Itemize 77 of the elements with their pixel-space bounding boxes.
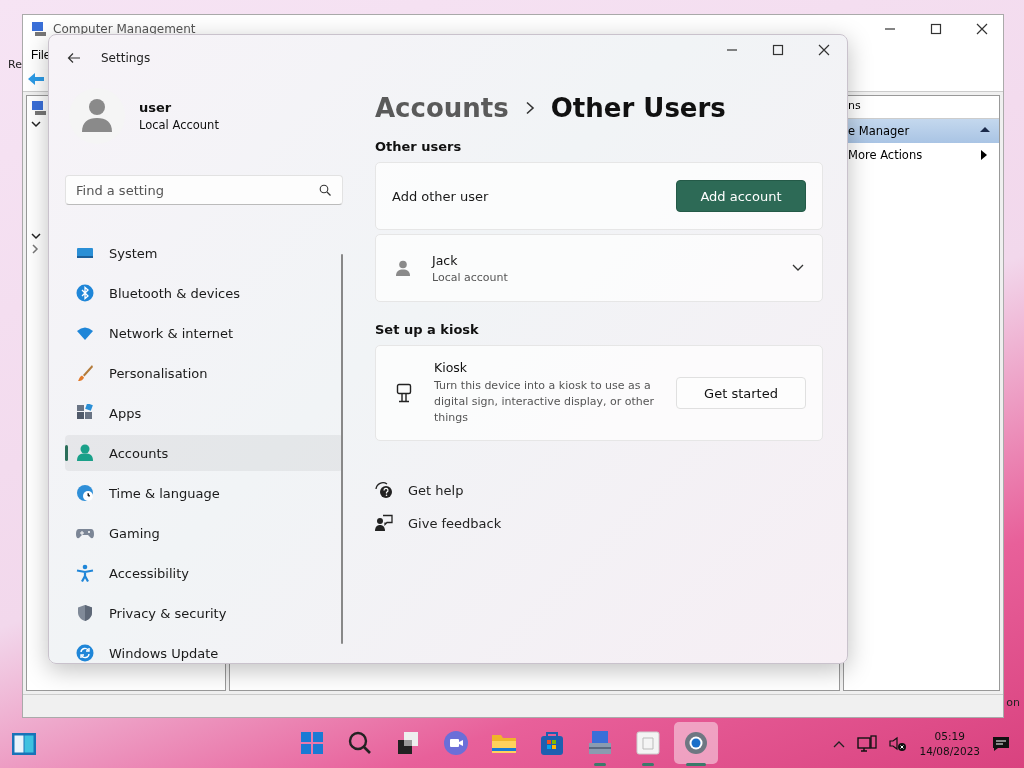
video-chat-icon: [442, 729, 470, 757]
user-name: Jack: [432, 252, 459, 268]
running-indicator: [642, 763, 654, 766]
maximize-icon[interactable]: [771, 44, 785, 56]
card-title: Kiosk: [434, 360, 469, 375]
maximize-icon[interactable]: [929, 23, 943, 35]
paintbrush-icon: [76, 364, 94, 382]
desktop-icon-label: on: [1006, 696, 1020, 709]
card-description: Turn this device into a kiosk to use as a digital sign, interactive display, or other things: [434, 378, 656, 426]
computer-icon: [31, 100, 47, 116]
chevron-down-icon[interactable]: [792, 264, 804, 272]
user-name: user: [139, 100, 173, 115]
apps-icon: [76, 404, 94, 422]
gear-icon: [682, 729, 710, 757]
running-indicator: [594, 763, 606, 766]
section-heading: Set up a kiosk: [375, 322, 480, 337]
network-icon[interactable]: [857, 735, 878, 753]
desktop-icon-label: Re: [8, 58, 22, 71]
person-icon: [76, 444, 94, 462]
chevron-up-icon[interactable]: [833, 740, 846, 748]
chevron-right-icon: [524, 101, 535, 115]
action-item[interactable]: More Actions: [844, 143, 999, 167]
account-type: Local Account: [139, 118, 219, 132]
nav-item[interactable]: Network & internet: [65, 315, 343, 351]
search-icon: [319, 184, 331, 196]
notepad-icon: [634, 729, 662, 757]
nav-item[interactable]: Bluetooth & devices: [65, 275, 343, 311]
chevron-down-icon[interactable]: [31, 232, 41, 240]
notification-icon[interactable]: [992, 736, 1010, 752]
person-icon: [396, 260, 410, 276]
user-card[interactable]: Jack Local account: [375, 234, 823, 302]
account-type: Local account: [432, 270, 508, 284]
accessibility-person-icon: [76, 564, 94, 582]
add-account-button[interactable]: Add account: [676, 180, 806, 212]
link[interactable]: Give feedback: [408, 515, 502, 531]
shield-icon: [76, 604, 94, 622]
search-field[interactable]: Find a setting: [65, 175, 343, 205]
computer-icon: [31, 21, 47, 37]
nav-item[interactable]: Accessibility: [65, 555, 343, 591]
close-icon[interactable]: [817, 44, 831, 56]
chevron-down-icon[interactable]: [31, 120, 41, 128]
widgets-icon[interactable]: [11, 732, 37, 756]
start-icon: [298, 729, 326, 757]
get-started-button[interactable]: Get started: [676, 377, 806, 409]
nav-item[interactable]: Privacy & security: [65, 595, 343, 631]
back-arrow-icon[interactable]: [27, 72, 45, 86]
kiosk-icon: [396, 383, 412, 403]
nav-item[interactable]: Personalisation: [65, 355, 343, 391]
card-label: Add other user: [392, 188, 489, 204]
section-heading: Other users: [375, 139, 463, 154]
computer-toolbox-icon: [586, 729, 614, 757]
nav-item[interactable]: Time & language: [65, 475, 343, 511]
window-title: Computer Management: [53, 22, 196, 36]
page-title: Other Users: [550, 93, 726, 123]
nav-item[interactable]: Apps: [65, 395, 343, 431]
back-arrow-icon[interactable]: [67, 52, 81, 64]
globe-clock-icon: [76, 484, 94, 502]
nav-item[interactable]: Windows Update: [65, 635, 343, 671]
feedback-icon: [375, 514, 393, 532]
shopping-bag-icon: [538, 729, 566, 757]
refresh-icon: [76, 644, 94, 662]
muted-speaker-icon[interactable]: [889, 736, 908, 752]
running-indicator: [686, 763, 706, 766]
nav-item[interactable]: Gaming: [65, 515, 343, 551]
help-icon: [375, 481, 393, 499]
nav-item[interactable]: Accounts: [65, 435, 343, 471]
nav-item[interactable]: System: [65, 235, 343, 271]
chevron-right-icon[interactable]: [31, 244, 39, 254]
clock[interactable]: 05:19 14/08/2023: [919, 729, 980, 759]
breadcrumb-link[interactable]: Accounts: [375, 93, 509, 123]
bluetooth-icon: [76, 284, 94, 302]
close-icon[interactable]: [975, 23, 989, 35]
window-title: Settings: [101, 51, 151, 65]
selection-indicator: [65, 445, 68, 461]
scrollbar[interactable]: [341, 254, 343, 644]
person-silhouette-icon: [81, 98, 113, 134]
link[interactable]: Get help: [408, 482, 464, 498]
